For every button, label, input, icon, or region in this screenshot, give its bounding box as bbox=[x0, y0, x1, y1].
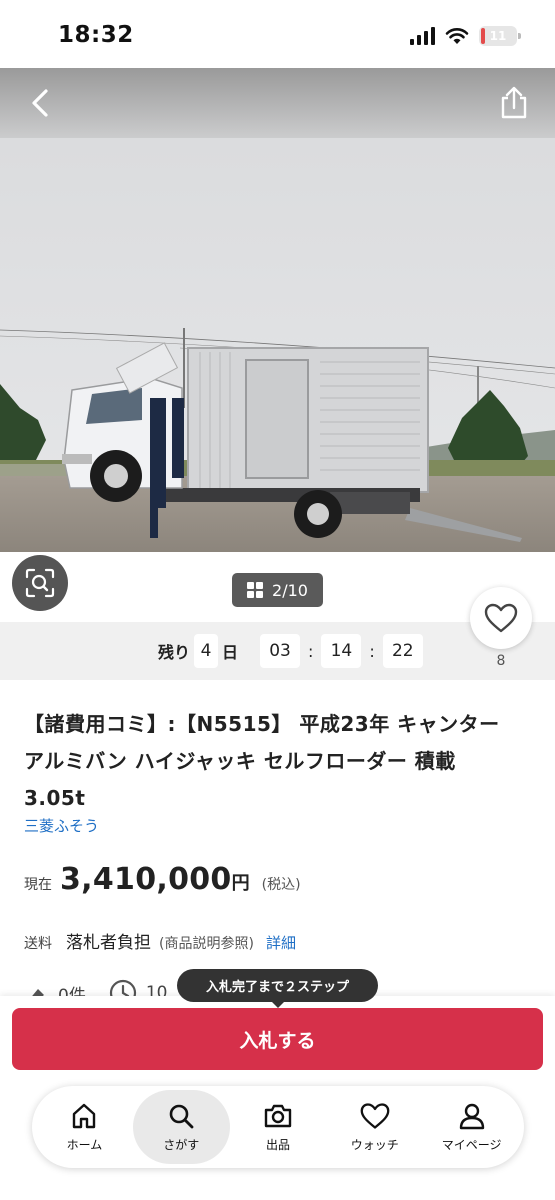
status-bar: 18:32 11 bbox=[0, 0, 555, 68]
home-icon bbox=[69, 1101, 99, 1131]
search-icon bbox=[166, 1101, 196, 1131]
shipping-detail-link[interactable]: 詳細 bbox=[266, 932, 296, 953]
person-icon bbox=[457, 1101, 487, 1131]
remaining-seconds: 22 bbox=[382, 634, 423, 668]
battery-fill bbox=[481, 28, 485, 44]
price-row: 現在 3,410,000 円 (税込) bbox=[24, 862, 301, 897]
nav-mypage[interactable]: マイページ bbox=[423, 1090, 520, 1164]
watch-count: 8 bbox=[496, 653, 506, 669]
bid-steps-tooltip: 入札完了まで２ステップ bbox=[177, 969, 378, 1002]
current-price: 3,410,000 bbox=[60, 862, 232, 897]
time-separator: : bbox=[308, 641, 314, 661]
camera-icon bbox=[263, 1101, 293, 1131]
item-title: 【諸費用コミ】:【N5515】 平成23年 キャンター アルミバン ハイジャッキ… bbox=[24, 712, 500, 810]
price-unit: 円 bbox=[231, 873, 250, 894]
nav-search[interactable]: さがす bbox=[132, 1090, 230, 1164]
day-unit: 日 bbox=[222, 643, 239, 662]
lens-icon bbox=[25, 568, 55, 598]
bottom-nav: ホーム さがす 出品 ウォッチ マイページ bbox=[32, 1086, 524, 1168]
nav-watch[interactable]: ウォッチ bbox=[326, 1090, 423, 1164]
shipping-row: 送料 落札者負担 (商品説明参照) 詳細 bbox=[24, 928, 296, 953]
back-icon[interactable] bbox=[18, 80, 64, 126]
status-time: 18:32 bbox=[58, 22, 134, 48]
grid-icon bbox=[247, 582, 264, 598]
share-icon[interactable] bbox=[491, 80, 537, 126]
nav-home-label: ホーム bbox=[66, 1138, 103, 1152]
watch-button[interactable] bbox=[470, 587, 532, 649]
truck-photo bbox=[0, 68, 555, 552]
price-label: 現在 bbox=[24, 877, 52, 893]
nav-sell[interactable]: 出品 bbox=[230, 1090, 327, 1164]
tooltip-arrow bbox=[271, 1001, 285, 1008]
heart-icon bbox=[484, 603, 518, 633]
remaining-label: 残り bbox=[158, 643, 191, 662]
wifi-icon bbox=[445, 28, 469, 44]
nav-mypage-label: マイページ bbox=[441, 1138, 502, 1152]
image-counter-text: 2/10 bbox=[272, 580, 308, 600]
image-counter[interactable]: 2/10 bbox=[232, 573, 323, 607]
nav-sell-label: 出品 bbox=[265, 1138, 290, 1152]
battery-icon: 11 bbox=[479, 26, 521, 46]
tax-note: (税込) bbox=[261, 877, 301, 893]
nav-search-label: さがす bbox=[163, 1138, 200, 1152]
maker-link[interactable]: 三菱ふそう bbox=[24, 815, 99, 836]
battery-level: 11 bbox=[489, 29, 507, 43]
image-search-button[interactable] bbox=[12, 555, 68, 611]
item-photo[interactable] bbox=[0, 68, 555, 552]
remaining-hours: 03 bbox=[260, 634, 301, 668]
time-separator: : bbox=[369, 641, 375, 661]
remaining-days: 4 bbox=[194, 634, 219, 668]
remaining-minutes: 14 bbox=[321, 634, 362, 668]
status-icons: 11 bbox=[410, 26, 521, 46]
photo-top-bar bbox=[0, 68, 555, 138]
nav-watch-label: ウォッチ bbox=[350, 1138, 399, 1152]
nav-home[interactable]: ホーム bbox=[36, 1090, 133, 1164]
shipping-note: (商品説明参照) bbox=[159, 936, 254, 952]
bid-button[interactable]: 入札する bbox=[12, 1008, 543, 1070]
heart-icon bbox=[360, 1101, 390, 1131]
signal-icon bbox=[410, 27, 435, 45]
shipping-value: 落札者負担 bbox=[66, 933, 151, 953]
shipping-label: 送料 bbox=[24, 936, 52, 952]
